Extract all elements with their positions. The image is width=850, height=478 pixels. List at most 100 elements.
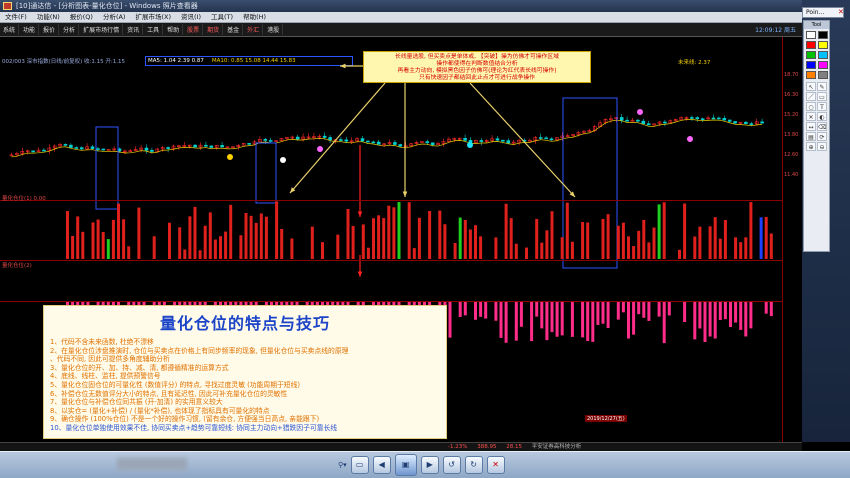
drawing-tool-icon[interactable]: ▭	[817, 92, 827, 101]
toolbar-function[interactable]: 功能	[20, 24, 40, 35]
close-icon[interactable]: ✕	[838, 8, 844, 16]
drawing-tool-icon[interactable]: ⟳	[817, 132, 827, 141]
toolbar-analysis[interactable]: 分析	[60, 24, 80, 35]
blurred-watermark	[117, 458, 187, 470]
position-bar	[361, 224, 365, 259]
candle-body	[69, 144, 73, 148]
compensation-bar	[764, 302, 768, 314]
toolbar-quote[interactable]: 报价	[40, 24, 60, 35]
signal-marker	[280, 157, 286, 163]
position-bar	[683, 203, 687, 259]
toolbar-forex[interactable]: 外汇	[244, 24, 264, 35]
menu-item-help[interactable]: 帮助(H)	[238, 12, 271, 22]
annotation-arrow-head	[340, 63, 346, 69]
drawing-tool-icon[interactable]: ○	[806, 102, 816, 111]
position-bar	[229, 204, 233, 259]
compensation-bar	[581, 302, 585, 338]
menu-item-analysis[interactable]: 分析(A)	[98, 12, 131, 22]
tips-panel: 量化仓位的特点与技巧 1、代码不含未来函数, 杜绝不漂移 2、在量化仓位涉盘推演…	[43, 305, 447, 439]
position-bar	[438, 210, 442, 259]
menu-item-function[interactable]: 功能(N)	[32, 12, 65, 22]
position-bar	[366, 247, 370, 259]
drawing-tool-icon[interactable]: ◐	[817, 112, 827, 121]
annotation-arrow-head	[402, 191, 408, 197]
compensation-bar	[667, 302, 671, 316]
candle-body	[150, 149, 154, 152]
position-bar	[137, 207, 141, 259]
fit-window-icon[interactable]: ▭	[350, 456, 369, 474]
toolbar-info[interactable]: 资讯	[124, 24, 144, 35]
toolbar-fund[interactable]: 基金	[224, 24, 244, 35]
candle-body	[42, 149, 46, 152]
color-swatch[interactable]	[806, 51, 816, 59]
compensation-bar	[596, 302, 600, 325]
position-bar	[479, 236, 483, 259]
drawing-tool-icon[interactable]: ✕	[806, 112, 816, 121]
slideshow-icon[interactable]: ▣	[394, 454, 417, 476]
color-swatch[interactable]	[806, 61, 816, 69]
compensation-bar	[448, 302, 452, 338]
position-bar	[693, 236, 697, 259]
drawing-tool-icon[interactable]: ▤	[806, 132, 816, 141]
menu-item-info[interactable]: 资讯(I)	[176, 12, 206, 22]
color-swatch[interactable]	[806, 41, 816, 49]
previous-icon[interactable]: ◀	[372, 456, 391, 474]
app-icon	[3, 2, 12, 10]
color-swatch[interactable]	[818, 61, 828, 69]
drawing-tool-icon[interactable]: ↖	[806, 82, 816, 91]
menu-item-file[interactable]: 文件(F)	[0, 12, 32, 22]
toolbar-hk[interactable]: 港股	[264, 24, 284, 35]
candle-body	[166, 147, 170, 149]
toolbar-stock[interactable]: 股票	[184, 24, 204, 35]
toolbar-tools[interactable]: 工具	[144, 24, 164, 35]
position-bar	[647, 242, 651, 259]
rotate-right-icon[interactable]: ↻	[464, 456, 483, 474]
candle-body	[371, 141, 376, 144]
toolbar-futures[interactable]: 期货	[204, 24, 224, 35]
toolbar-system[interactable]: 系统	[0, 24, 20, 35]
position-bar	[81, 231, 85, 259]
color-swatch[interactable]	[806, 31, 816, 39]
position-bar	[637, 230, 641, 259]
position-bar	[91, 222, 95, 259]
color-swatch[interactable]	[806, 71, 816, 79]
color-swatch[interactable]	[818, 31, 828, 39]
drawing-tool-icon[interactable]: ✎	[817, 82, 827, 91]
tip-line: 2、在量化仓位涉盘推演时, 仓位与买卖点在价格上有同步频率的现象, 但量化仓位与…	[50, 346, 349, 355]
position-bar	[407, 202, 411, 259]
drawing-tool-icon[interactable]: ／	[806, 92, 816, 101]
position-bar	[193, 206, 197, 259]
menu-item-quote[interactable]: 报价(Q)	[65, 12, 98, 22]
compensation-bar	[713, 302, 717, 339]
menu-item-extended-market[interactable]: 扩展市场(X)	[130, 12, 176, 22]
compensation-bar	[540, 302, 544, 329]
drawing-tool-icon[interactable]: ↔	[806, 122, 816, 131]
position-bar	[382, 218, 386, 259]
color-swatch[interactable]	[818, 51, 828, 59]
color-swatch[interactable]	[818, 41, 828, 49]
compensation-bar	[693, 302, 697, 340]
compensation-bar	[739, 302, 743, 330]
position-bar	[769, 233, 773, 259]
menu-item-tools[interactable]: 工具(T)	[206, 12, 238, 22]
delete-icon[interactable]: ✕	[486, 456, 505, 474]
annotation-arrow	[289, 82, 386, 194]
compensation-bar	[499, 302, 503, 338]
toolbar-extended[interactable]: 扩展市场行情	[80, 24, 124, 35]
drawing-tool-icon[interactable]: ⌫	[817, 122, 827, 131]
status-bar: -1.23% 388.95 28.15 平安证券高科技分析	[0, 442, 802, 451]
color-swatch[interactable]	[818, 71, 828, 79]
position-bar	[458, 217, 462, 259]
compensation-bar	[479, 302, 483, 317]
next-icon[interactable]: ▶	[420, 456, 439, 474]
position-bar	[494, 237, 498, 259]
drawing-tool-icon[interactable]: ⊖	[817, 142, 827, 151]
position-bar	[652, 227, 656, 259]
drawing-tool-icon[interactable]: ⊕	[806, 142, 816, 151]
toolbar-help[interactable]: 帮助	[164, 24, 184, 35]
rotate-left-icon[interactable]: ↺	[442, 456, 461, 474]
position-bar	[535, 218, 539, 259]
tip-line: 5、量化仓位固仓位的可量化性 (数值评分) 的特点, 寻找过度灵敏 (功能周期于…	[50, 380, 301, 389]
drawing-tool-icon[interactable]: T	[817, 102, 827, 111]
zoom-icon[interactable]: ⚲▾	[338, 461, 347, 469]
